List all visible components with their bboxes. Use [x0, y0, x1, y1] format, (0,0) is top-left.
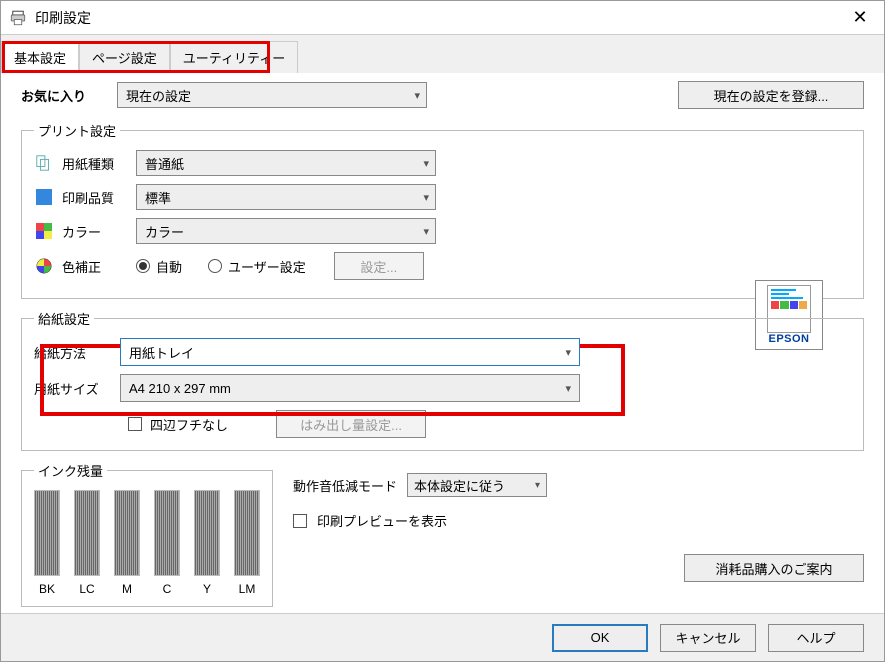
- preview-label: 印刷プレビューを表示: [317, 511, 447, 530]
- correction-auto-radio[interactable]: 自動: [136, 257, 182, 276]
- print-settings-group: プリント設定 用紙種類 普通紙 印刷品質 標準 カラー カラー 色補正: [21, 121, 864, 299]
- paper-type-select[interactable]: 普通紙: [136, 150, 436, 176]
- color-icon: [34, 223, 54, 239]
- footer: OK キャンセル ヘルプ: [1, 613, 884, 661]
- register-settings-button[interactable]: 現在の設定を登録...: [678, 81, 864, 109]
- window-title: 印刷設定: [35, 8, 844, 28]
- tab-basic[interactable]: 基本設定: [1, 41, 79, 73]
- preview-checkbox[interactable]: [293, 514, 307, 528]
- correction-user-radio[interactable]: ユーザー設定: [208, 257, 306, 276]
- paper-size-select[interactable]: A4 210 x 297 mm: [120, 374, 580, 402]
- color-select[interactable]: カラー: [136, 218, 436, 244]
- borderless-checkbox[interactable]: [128, 417, 142, 431]
- ok-button[interactable]: OK: [552, 624, 648, 652]
- paper-type-label: 用紙種類: [62, 154, 128, 173]
- ink-bar-c: [154, 490, 180, 576]
- printer-icon: [9, 9, 27, 27]
- correction-label: 色補正: [62, 257, 128, 276]
- feed-method-label: 給紙方法: [34, 343, 112, 362]
- ink-level-legend: インク残量: [34, 461, 107, 480]
- feed-method-select[interactable]: 用紙トレイ: [120, 338, 580, 366]
- ink-bar-lc: [74, 490, 100, 576]
- cancel-button[interactable]: キャンセル: [660, 624, 756, 652]
- correction-settings-button[interactable]: 設定...: [334, 252, 424, 280]
- paper-feed-legend: 給紙設定: [34, 309, 94, 328]
- borderless-settings-button[interactable]: はみ出し量設定...: [276, 410, 426, 438]
- paper-feed-group: 給紙設定 給紙方法 用紙トレイ 用紙サイズ A4 210 x 297 mm 四辺…: [21, 309, 864, 451]
- correction-icon: [34, 258, 54, 274]
- quality-select[interactable]: 標準: [136, 184, 436, 210]
- color-label: カラー: [62, 222, 128, 241]
- favorites-label: お気に入り: [21, 86, 117, 105]
- borderless-label: 四辺フチなし: [150, 415, 228, 434]
- quiet-mode-label: 動作音低減モード: [293, 476, 397, 495]
- dialog-body: お気に入り 現在の設定 現在の設定を登録... プリント設定 用紙種類 普通紙 …: [1, 73, 884, 661]
- ink-bar-m: [114, 490, 140, 576]
- tabs: 基本設定 ページ設定 ユーティリティー: [1, 35, 884, 73]
- print-settings-legend: プリント設定: [34, 121, 120, 140]
- quality-icon: [34, 189, 54, 205]
- titlebar: 印刷設定 ✕: [1, 1, 884, 35]
- paper-size-label: 用紙サイズ: [34, 379, 112, 398]
- ink-bar-y: [194, 490, 220, 576]
- tab-page[interactable]: ページ設定: [79, 41, 170, 73]
- favorites-select[interactable]: 現在の設定: [117, 82, 427, 108]
- close-icon[interactable]: ✕: [844, 2, 876, 34]
- ink-level-group: インク残量 BK LC M C Y LM: [21, 461, 273, 607]
- favorites-row: お気に入り 現在の設定 現在の設定を登録...: [21, 81, 864, 109]
- quiet-mode-select[interactable]: 本体設定に従う: [407, 473, 547, 497]
- ink-bar-lm: [234, 490, 260, 576]
- ink-bar-bk: [34, 490, 60, 576]
- supplies-button[interactable]: 消耗品購入のご案内: [684, 554, 864, 582]
- paper-type-icon: [34, 154, 54, 172]
- tab-utility[interactable]: ユーティリティー: [170, 41, 298, 73]
- print-settings-window: 印刷設定 ✕ 基本設定 ページ設定 ユーティリティー お気に入り 現在の設定 現…: [0, 0, 885, 662]
- ink-bars: BK LC M C Y LM: [34, 490, 260, 596]
- help-button[interactable]: ヘルプ: [768, 624, 864, 652]
- quality-label: 印刷品質: [62, 188, 128, 207]
